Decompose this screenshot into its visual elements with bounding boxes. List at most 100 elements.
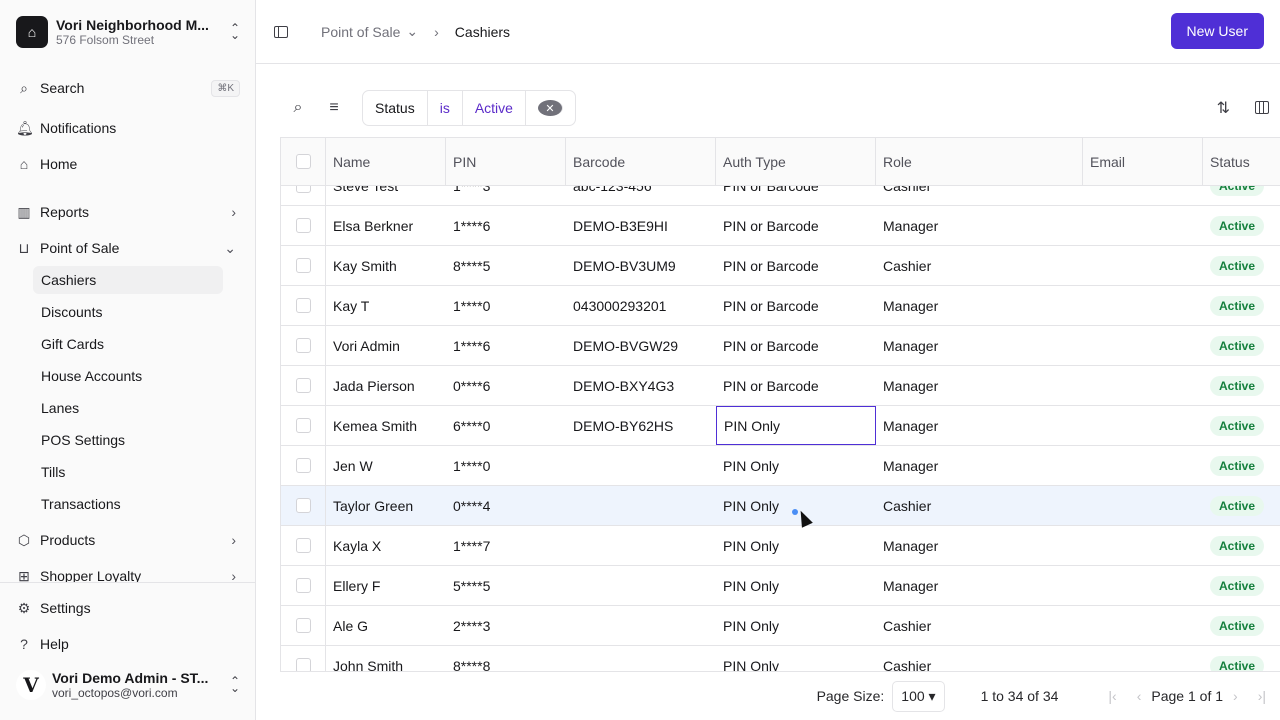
cell-role[interactable]: Cashier xyxy=(876,246,1083,285)
cell-name[interactable]: Taylor Green xyxy=(326,486,446,525)
column-header-name[interactable]: Name xyxy=(326,138,446,185)
cell-role[interactable]: Manager xyxy=(876,286,1083,325)
row-checkbox[interactable] xyxy=(295,618,311,633)
cell-name[interactable]: Steve Test xyxy=(326,186,446,205)
cell-auth[interactable]: PIN Only xyxy=(716,406,876,445)
page-size-select[interactable]: 100 ▾ xyxy=(892,680,945,712)
search-icon[interactable]: ⌕ xyxy=(280,99,316,117)
cell-email[interactable] xyxy=(1083,446,1203,485)
sidebar-item-notifications[interactable]: 🔔︎ Notifications xyxy=(16,114,240,142)
cell-pin[interactable]: 1****0 xyxy=(446,286,566,325)
sort-icon[interactable]: ⇅ xyxy=(1217,98,1230,118)
cell-barcode[interactable] xyxy=(566,486,716,525)
row-checkbox[interactable] xyxy=(295,658,311,671)
cell-role[interactable]: Manager xyxy=(876,446,1083,485)
cell-auth[interactable]: PIN or Barcode xyxy=(716,366,876,405)
table-row[interactable]: Kay Smith 8****5 DEMO-BV3UM9 PIN or Barcode… xyxy=(281,246,1280,286)
sidebar-subitem-lanes[interactable]: Lanes xyxy=(33,394,223,422)
column-header-status[interactable]: Status xyxy=(1203,138,1280,185)
cell-barcode[interactable]: DEMO-BVGW29 xyxy=(566,326,716,365)
cell-pin[interactable]: 1****7 xyxy=(446,526,566,565)
cell-role[interactable]: Manager xyxy=(876,206,1083,245)
column-header-barcode[interactable]: Barcode xyxy=(566,138,716,185)
cell-name[interactable]: Ellery F xyxy=(326,566,446,605)
sidebar-subitem-transactions[interactable]: Transactions xyxy=(33,490,223,518)
chevron-down-icon[interactable]: ⌄ xyxy=(406,23,418,40)
cell-auth[interactable]: PIN Only xyxy=(716,646,876,672)
row-checkbox[interactable] xyxy=(295,298,311,313)
cell-email[interactable] xyxy=(1083,286,1203,325)
row-checkbox[interactable] xyxy=(295,186,311,193)
cell-name[interactable]: Jada Pierson xyxy=(326,366,446,405)
clear-filter-button[interactable]: ✕ xyxy=(526,91,575,125)
sidebar-item-products[interactable]: ⬡ Products › xyxy=(16,526,240,554)
new-user-button[interactable]: New User xyxy=(1170,13,1264,49)
table-row[interactable]: Ale G 2****3 PIN Only Cashier Active xyxy=(281,606,1280,646)
filter-value[interactable]: Active xyxy=(463,91,526,125)
cell-pin[interactable]: 1****3 xyxy=(446,186,566,205)
cell-email[interactable] xyxy=(1083,526,1203,565)
cell-pin[interactable]: 1****0 xyxy=(446,446,566,485)
cell-pin[interactable]: 8****5 xyxy=(446,246,566,285)
sidebar-item-reports[interactable]: ▥ Reports › xyxy=(16,198,240,226)
table-row[interactable]: Kemea Smith 6****0 DEMO-BY62HS PIN Only Mana… xyxy=(281,406,1280,446)
cell-auth[interactable]: PIN Only xyxy=(716,446,876,485)
filter-operator[interactable]: is xyxy=(428,91,463,125)
cell-name[interactable]: Ale G xyxy=(326,606,446,645)
breadcrumb-point-of-sale[interactable]: Point of Sale xyxy=(321,24,400,40)
first-page-icon[interactable]: |‹ xyxy=(1108,688,1116,704)
cell-pin[interactable]: 0****4 xyxy=(446,486,566,525)
cell-pin[interactable]: 1****6 xyxy=(446,326,566,365)
cell-email[interactable] xyxy=(1083,206,1203,245)
sidebar-item-point-of-sale[interactable]: ⊔ Point of Sale ⌄ xyxy=(16,234,240,262)
row-checkbox[interactable] xyxy=(295,538,311,553)
user-menu[interactable]: V Vori Demo Admin - ST... vori_octopos@vo… xyxy=(16,670,240,700)
cell-barcode[interactable] xyxy=(566,646,716,671)
column-header-email[interactable]: Email xyxy=(1083,138,1203,185)
cell-barcode[interactable]: DEMO-BXY4G3 xyxy=(566,366,716,405)
table-row[interactable]: Elsa Berkner 1****6 DEMO-B3E9HI PIN or Barc… xyxy=(281,206,1280,246)
columns-icon[interactable] xyxy=(1255,101,1269,114)
sidebar-subitem-house-accounts[interactable]: House Accounts xyxy=(33,362,223,390)
cell-auth[interactable]: PIN Only xyxy=(716,486,876,525)
column-header-auth-type[interactable]: Auth Type xyxy=(716,138,876,185)
cell-name[interactable]: Elsa Berkner xyxy=(326,206,446,245)
table-row[interactable]: Steve Test1****3abc-123-456PIN or Barcod… xyxy=(281,186,1280,206)
cell-name[interactable]: Kay Smith xyxy=(326,246,446,285)
cell-name[interactable]: Kayla X xyxy=(326,526,446,565)
cell-pin[interactable]: 5****5 xyxy=(446,566,566,605)
cell-pin[interactable]: 1****6 xyxy=(446,206,566,245)
select-all-checkbox[interactable] xyxy=(295,154,311,169)
last-page-icon[interactable]: ›| xyxy=(1258,688,1266,704)
sidebar-item-settings[interactable]: ⚙ Settings xyxy=(16,594,240,622)
cell-auth[interactable]: PIN Only xyxy=(716,526,876,565)
cell-auth[interactable]: PIN or Barcode xyxy=(716,206,876,245)
cell-pin[interactable]: 2****3 xyxy=(446,606,566,645)
sidebar-subitem-tills[interactable]: Tills xyxy=(33,458,223,486)
sidebar-subitem-gift-cards[interactable]: Gift Cards xyxy=(33,330,223,358)
cell-auth[interactable]: PIN Only xyxy=(716,566,876,605)
next-page-icon[interactable]: › xyxy=(1233,688,1238,704)
cell-role[interactable]: Cashier xyxy=(876,486,1083,525)
cell-email[interactable] xyxy=(1083,486,1203,525)
cell-barcode[interactable] xyxy=(566,606,716,645)
table-row[interactable]: Kayla X 1****7 PIN Only Manager Active xyxy=(281,526,1280,566)
cell-auth[interactable]: PIN or Barcode xyxy=(716,246,876,285)
table-row[interactable]: Vori Admin 1****6 DEMO-BVGW29 PIN or Barcod… xyxy=(281,326,1280,366)
sidebar-subitem-cashiers[interactable]: Cashiers xyxy=(33,266,223,294)
row-checkbox[interactable] xyxy=(295,338,311,353)
cell-name[interactable]: Kay T xyxy=(326,286,446,325)
row-checkbox[interactable] xyxy=(295,378,311,393)
row-checkbox[interactable] xyxy=(295,418,311,433)
table-row[interactable]: Ellery F 5****5 PIN Only Manager Active xyxy=(281,566,1280,606)
cell-barcode[interactable] xyxy=(566,566,716,605)
cell-role[interactable]: Manager xyxy=(876,526,1083,565)
row-checkbox[interactable] xyxy=(295,218,311,233)
status-filter-chip[interactable]: Status is Active ✕ xyxy=(362,90,576,126)
cell-role[interactable]: Manager xyxy=(876,366,1083,405)
row-checkbox[interactable] xyxy=(295,458,311,473)
cell-auth[interactable]: PIN or Barcode xyxy=(716,326,876,365)
table-row[interactable]: Taylor Green 0****4 PIN Only Cashier Active xyxy=(281,486,1280,526)
cell-email[interactable] xyxy=(1083,606,1203,645)
cell-email[interactable] xyxy=(1083,646,1203,671)
